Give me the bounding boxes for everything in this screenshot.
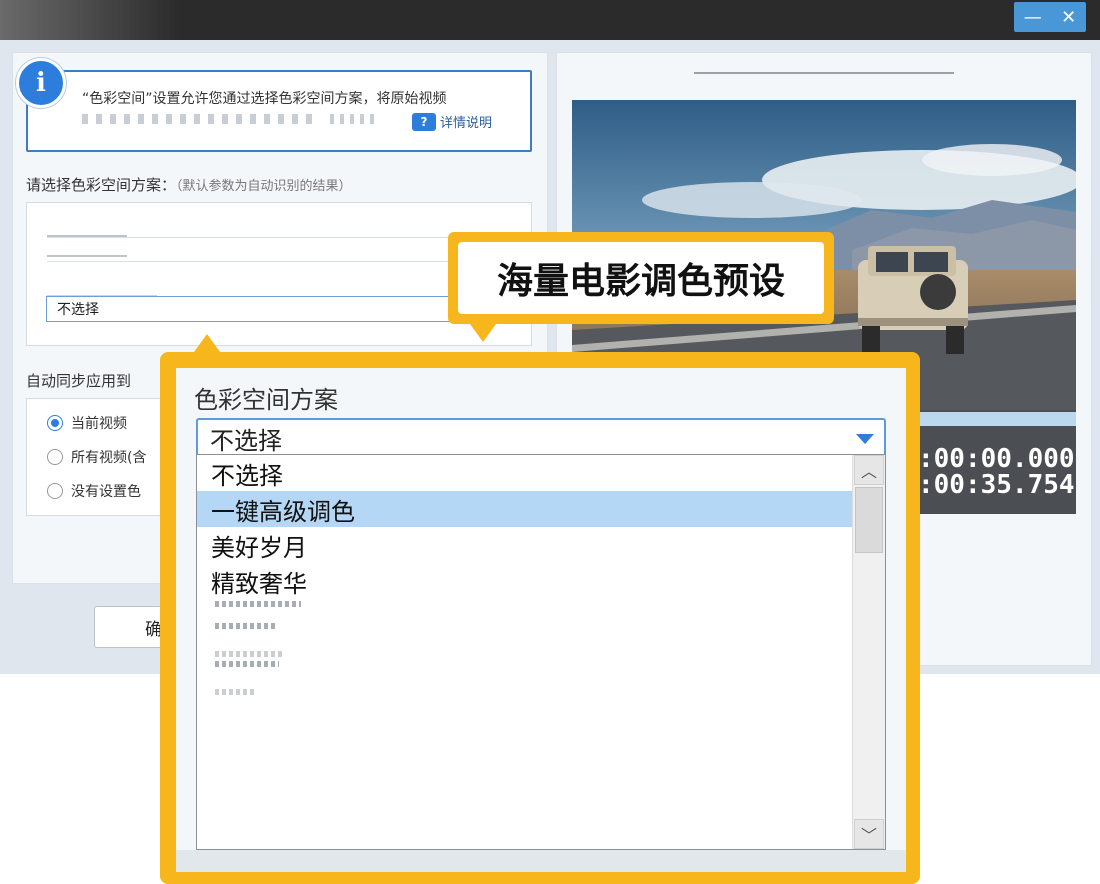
scheme-select[interactable]: 不选择 [46, 296, 466, 322]
info-icon: i [16, 58, 66, 108]
scheme-hint: （默认参数为自动识别的结果） [176, 179, 352, 194]
sync-radio-group: 当前视频 所有视频(含 没有设置色 [26, 398, 178, 516]
radio-unset-videos[interactable]: 没有设置色 [47, 481, 141, 501]
divider [47, 237, 517, 238]
minimize-icon[interactable]: — [1024, 7, 1042, 28]
dropdown-item-good-times[interactable]: 美好岁月 [197, 527, 853, 563]
scheme-label: 请选择色彩空间方案：（默认参数为自动识别的结果） [26, 174, 352, 195]
preview-title-blurred [694, 72, 954, 74]
callout-pointer [470, 324, 496, 342]
radio-button[interactable] [47, 483, 63, 499]
divider [47, 261, 517, 262]
blurred-item [215, 623, 275, 629]
info-text-blurred [82, 114, 312, 124]
radio-button[interactable] [47, 415, 63, 431]
help-link-label: 详情说明 [440, 116, 493, 131]
blurred-item [215, 651, 285, 657]
dropdown-item-one-click-grade[interactable]: 一键高级调色 [197, 491, 853, 527]
dropdown-list: 不选择 一键高级调色 美好岁月 精致奢华 ︿ ﹀ [196, 454, 886, 850]
info-box [26, 70, 532, 152]
help-icon: ? [412, 112, 436, 131]
dropdown-label: 色彩空间方案 [194, 386, 338, 414]
dropdown-scrollbar[interactable]: ︿ ﹀ [852, 455, 885, 849]
chevron-down-icon[interactable]: ﹀ [854, 819, 884, 849]
total-time: :00:35.754 [918, 470, 1075, 500]
radio-label: 没有设置色 [71, 484, 141, 500]
sync-label: 自动同步应用到 [26, 372, 132, 390]
chevron-down-icon[interactable] [856, 434, 874, 444]
dropdown-item-none[interactable]: 不选择 [197, 455, 853, 491]
blurred-item [47, 255, 127, 257]
radio-current-video[interactable]: 当前视频 [47, 413, 127, 433]
dropdown-item-refined-luxury[interactable]: 精致奢华 [197, 563, 853, 599]
callout-text: 海量电影调色预设 [458, 242, 824, 314]
info-text: “色彩空间”设置允许您通过选择色彩空间方案，将原始视频 [82, 91, 447, 107]
blurred-item [215, 601, 301, 607]
scheme-label-text: 请选择色彩空间方案： [26, 176, 177, 194]
blurred-item [215, 661, 279, 667]
help-link[interactable]: ? 详情说明 [412, 112, 492, 131]
combobox-value: 不选择 [210, 426, 282, 455]
zoom-bottom-bar [176, 850, 906, 872]
radio-all-videos[interactable]: 所有视频(含 [47, 447, 146, 467]
chevron-up-icon[interactable]: ︿ [854, 455, 884, 485]
radio-label: 当前视频 [71, 416, 127, 432]
info-text-blurred [330, 114, 380, 124]
scrollbar-thumb[interactable] [855, 487, 883, 553]
radio-label: 所有视频(含 [71, 450, 147, 466]
zoom-pointer [194, 334, 220, 352]
color-scheme-combobox[interactable]: 不选择 [196, 418, 886, 458]
window-controls[interactable]: — ✕ [1014, 2, 1086, 32]
title-bar-app-area [0, 0, 180, 40]
close-icon[interactable]: ✕ [1061, 7, 1076, 28]
radio-button[interactable] [47, 449, 63, 465]
blurred-item [215, 689, 255, 695]
